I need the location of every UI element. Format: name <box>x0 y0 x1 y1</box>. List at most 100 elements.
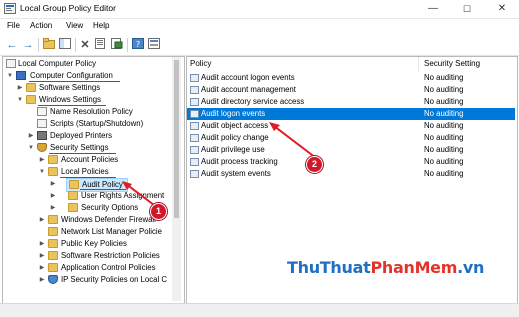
annotation-badge-2: 2 <box>306 156 323 173</box>
folder-icon <box>69 180 79 189</box>
expand-chevron-icon[interactable]: ▶ <box>38 154 46 166</box>
menu-view[interactable]: View <box>66 21 83 30</box>
expand-chevron-icon[interactable]: ▶ <box>49 178 57 190</box>
policy-name: Audit system events <box>201 169 271 178</box>
tree-item-windows-defender-firewall[interactable]: ▶ Windows Defender Firewall <box>6 214 171 226</box>
watermark: ThuThuatPhanMem.vn <box>287 258 485 277</box>
expand-chevron-icon[interactable]: ▶ <box>16 82 24 94</box>
properties-icon[interactable] <box>147 38 161 52</box>
column-separator[interactable] <box>418 57 419 71</box>
security-shield-icon <box>37 143 47 152</box>
audit-policy-expander[interactable]: ▶ <box>6 178 66 190</box>
folder-icon <box>48 239 58 248</box>
policy-name: Audit policy change <box>201 133 269 142</box>
security-setting-value: No auditing <box>424 85 464 94</box>
folder-icon <box>26 83 36 92</box>
tree-item-name-resolution-policy[interactable]: Name Resolution Policy <box>6 106 171 118</box>
app-icon <box>4 3 16 14</box>
table-row[interactable]: Audit object access No auditing <box>187 120 515 132</box>
table-row[interactable]: Audit account management No auditing <box>187 84 515 96</box>
toolbar-separator <box>38 38 39 52</box>
expand-chevron-icon[interactable]: ▶ <box>38 238 46 250</box>
security-setting-value: No auditing <box>424 169 464 178</box>
security-setting-value: No auditing <box>424 133 464 142</box>
policy-setting-icon <box>190 98 199 106</box>
policy-doc-icon <box>37 107 47 116</box>
policy-setting-icon <box>190 110 199 118</box>
folder-icon <box>68 191 78 200</box>
close-button[interactable]: ✕ <box>485 0 519 18</box>
tree-item-application-control-policies[interactable]: ▶ Application Control Policies <box>6 262 171 274</box>
policy-setting-icon <box>190 122 199 130</box>
refresh-icon[interactable] <box>110 38 124 52</box>
up-folder-icon[interactable] <box>42 38 56 52</box>
policy-name: Audit account management <box>201 85 296 94</box>
export-list-icon[interactable] <box>94 38 108 52</box>
collapse-chevron-icon[interactable]: ▼ <box>16 94 24 106</box>
tree-item-scripts[interactable]: Scripts (Startup/Shutdown) <box>6 118 171 130</box>
security-setting-value: No auditing <box>424 157 464 166</box>
column-header-policy[interactable]: Policy <box>190 57 211 71</box>
expand-chevron-icon[interactable]: ▶ <box>38 262 46 274</box>
policy-name: Audit privilege use <box>201 145 265 154</box>
policy-setting-icon <box>190 134 199 142</box>
menu-help[interactable]: Help <box>93 21 109 30</box>
security-setting-value: No auditing <box>424 97 464 106</box>
toolbar-separator <box>127 38 128 52</box>
forward-arrow-icon[interactable]: → <box>21 38 35 52</box>
folder-icon <box>48 227 58 236</box>
minimize-button[interactable]: — <box>416 0 450 18</box>
folder-icon <box>26 95 36 104</box>
table-row[interactable]: Audit account logon events No auditing <box>187 72 515 84</box>
tree-item-software-settings[interactable]: ▶ Software Settings <box>6 82 171 94</box>
expand-chevron-icon[interactable]: ▶ <box>38 214 46 226</box>
back-arrow-icon[interactable]: ← <box>5 38 19 52</box>
annotation-badge-1: 1 <box>150 203 167 220</box>
folder-icon <box>48 251 58 260</box>
tree-item-deployed-printers[interactable]: ▶ Deployed Printers <box>6 130 171 142</box>
policy-name: Audit account logon events <box>201 73 295 82</box>
table-row[interactable]: Audit system events No auditing <box>187 168 515 180</box>
security-setting-value: No auditing <box>424 121 464 130</box>
tree-scrollbar-thumb[interactable] <box>174 60 179 218</box>
tree-item-network-list-manager[interactable]: Network List Manager Policie <box>6 226 171 238</box>
folder-icon <box>48 155 58 164</box>
policy-setting-icon <box>190 86 199 94</box>
tree-item-local-computer-policy[interactable]: Local Computer Policy <box>6 58 171 70</box>
menu-file[interactable]: File <box>7 21 20 30</box>
expand-chevron-icon[interactable]: ▶ <box>38 274 46 286</box>
help-icon[interactable]: ? <box>131 38 145 52</box>
script-icon <box>37 119 47 128</box>
tree-item-public-key-policies[interactable]: ▶ Public Key Policies <box>6 238 171 250</box>
security-setting-value: No auditing <box>424 73 464 82</box>
table-row[interactable]: Audit privilege use No auditing <box>187 144 515 156</box>
policy-setting-icon <box>190 74 199 82</box>
folder-icon <box>68 203 78 212</box>
tree-item-ip-security-policies[interactable]: ▶ IP Security Policies on Local C <box>6 274 171 286</box>
table-row[interactable]: Audit process tracking No auditing <box>187 156 515 168</box>
folder-icon <box>48 215 58 224</box>
expand-chevron-icon[interactable]: ▶ <box>49 202 57 214</box>
column-header-security-setting[interactable]: Security Setting <box>424 57 480 71</box>
collapse-chevron-icon[interactable]: ▼ <box>6 70 14 82</box>
menu-action[interactable]: Action <box>30 21 52 30</box>
svg-text:?: ? <box>136 40 140 49</box>
folder-icon <box>48 263 58 272</box>
expand-chevron-icon[interactable]: ▶ <box>27 130 35 142</box>
maximize-button[interactable]: ☐ <box>450 0 484 18</box>
show-hide-tree-icon[interactable] <box>58 38 72 52</box>
tree-item-software-restriction-policies[interactable]: ▶ Software Restriction Policies <box>6 250 171 262</box>
collapse-chevron-icon[interactable]: ▼ <box>27 142 35 154</box>
table-row[interactable]: Audit directory service access No auditin… <box>187 96 515 108</box>
policy-setting-icon <box>190 146 199 154</box>
collapse-chevron-icon[interactable]: ▼ <box>38 166 46 178</box>
ip-security-icon <box>48 275 58 284</box>
table-row[interactable]: Audit logon events No auditing <box>187 108 515 120</box>
delete-icon[interactable]: ✕ <box>78 38 92 52</box>
policy-name: Audit logon events <box>201 109 266 118</box>
tree-item-account-policies[interactable]: ▶ Account Policies <box>6 154 171 166</box>
expand-chevron-icon[interactable]: ▶ <box>38 250 46 262</box>
expand-chevron-icon[interactable]: ▶ <box>49 190 57 202</box>
table-row[interactable]: Audit policy change No auditing <box>187 132 515 144</box>
folder-icon <box>48 167 58 176</box>
